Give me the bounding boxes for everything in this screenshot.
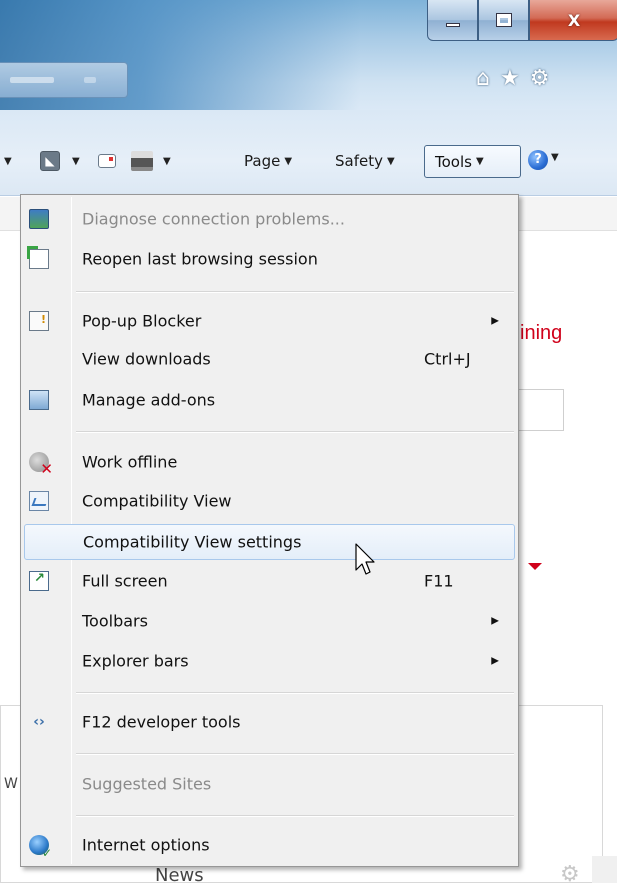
safety-dropdown-arrow: ▼ [386, 155, 395, 167]
tab-close-icon[interactable] [84, 77, 96, 83]
tools-dropdown-arrow: ▼ [475, 156, 484, 167]
menu-item-label: Work offline [82, 452, 178, 472]
page-dropdown-arrow-red[interactable] [528, 563, 542, 570]
browser-nav-icons: ⌂ ★ ⚙ [476, 66, 549, 92]
menu-separator [76, 431, 514, 433]
browser-window: X ⌂ ★ ⚙ ▼ ◣ ▼ ▼ Page ▼ Safety ▼ Tools ▼ … [0, 0, 617, 883]
mail-icon [98, 154, 116, 168]
menu-item-label: Compatibility View settings [83, 532, 302, 552]
page-menu-label: Page [244, 152, 281, 170]
minimize-button[interactable] [427, 0, 478, 41]
internet-options-icon [29, 835, 52, 860]
menu-separator [76, 291, 514, 293]
home-icon[interactable]: ⌂ [476, 66, 490, 92]
menu-item-label: Reopen last browsing session [82, 249, 318, 269]
help-dropdown-arrow[interactable]: ▼ [551, 152, 559, 163]
menu-item-label: Suggested Sites [82, 774, 212, 794]
minimize-icon [445, 23, 460, 27]
title-bar: X ⌂ ★ ⚙ [0, 0, 617, 110]
caption-buttons: X [427, 0, 617, 41]
menu-item-label: Full screen [82, 571, 168, 591]
gear-icon[interactable]: ⚙ [530, 66, 550, 92]
menu-separator [76, 753, 514, 755]
page-menu-button[interactable]: Page ▼ [244, 149, 292, 173]
menu-item-reopen-session[interactable]: Reopen last browsing session [24, 242, 515, 276]
tools-menu-button[interactable]: Tools ▼ [424, 145, 521, 178]
rss-feed-icon: ◣ [40, 151, 60, 171]
submenu-arrow-icon: ▶ [491, 615, 499, 627]
restore-icon [495, 13, 512, 27]
menu-item-full-screen[interactable]: Full screen F11 [24, 564, 515, 598]
menu-item-diagnose-connection[interactable]: Diagnose connection problems... [24, 202, 515, 236]
menu-item-label: Compatibility View [82, 491, 232, 511]
close-button[interactable]: X [529, 0, 617, 41]
menu-item-f12-developer-tools[interactable]: ‹› F12 developer tools [24, 705, 515, 739]
mouse-cursor-icon [355, 543, 375, 575]
menu-separator [76, 692, 514, 694]
restore-button[interactable] [478, 0, 529, 41]
safety-menu-button[interactable]: Safety ▼ [335, 149, 395, 173]
tools-dropdown-menu: Diagnose connection problems... Reopen l… [20, 194, 519, 867]
menu-item-toolbars[interactable]: Toolbars ▶ [24, 604, 515, 638]
menu-item-shortcut: Ctrl+J [424, 349, 471, 369]
reopen-session-icon [27, 246, 49, 269]
work-offline-icon [29, 452, 53, 478]
print-button[interactable]: ▼ [131, 149, 171, 173]
menu-item-internet-options[interactable]: Internet options [24, 828, 515, 862]
menu-item-label: Manage add-ons [82, 390, 216, 410]
submenu-arrow-icon: ▶ [491, 655, 499, 667]
tools-menu-label: Tools [435, 152, 472, 171]
tab-title-blurred [10, 77, 54, 83]
menu-item-label: Explorer bars [82, 651, 189, 671]
page-text-partial: W [4, 776, 18, 792]
menu-item-popup-blocker[interactable]: Pop-up Blocker ▶ [24, 304, 515, 338]
full-screen-icon [29, 571, 49, 591]
diagnose-icon [29, 209, 49, 229]
menu-item-manage-addons[interactable]: Manage add-ons [24, 383, 515, 417]
feeds-button[interactable]: ◣ ▼ [40, 149, 80, 173]
menu-item-work-offline[interactable]: Work offline [24, 445, 515, 479]
menu-item-compatibility-view[interactable]: Compatibility View [24, 484, 515, 518]
browser-tab[interactable] [0, 62, 128, 98]
command-bar [0, 110, 617, 196]
print-icon [131, 151, 153, 171]
page-dropdown-arrow: ▼ [284, 155, 293, 167]
add-ons-icon [29, 390, 49, 410]
compatibility-view-icon [29, 491, 49, 511]
command-bar-left-arrow[interactable]: ▼ [0, 149, 12, 173]
popup-blocker-icon [29, 311, 49, 331]
menu-item-label: Pop-up Blocker [82, 311, 202, 331]
menu-separator [76, 815, 514, 817]
menu-item-compatibility-view-settings[interactable]: Compatibility View settings [24, 524, 515, 560]
read-mail-button[interactable] [98, 149, 116, 173]
close-icon: X [567, 10, 581, 30]
favorites-star-icon[interactable]: ★ [500, 66, 520, 92]
menu-item-label: Internet options [82, 835, 210, 855]
news-heading-partial: News [155, 865, 204, 883]
feeds-dropdown-arrow[interactable]: ▼ [72, 156, 80, 167]
page-gear-icon[interactable]: ⚙ [560, 862, 580, 883]
menu-item-view-downloads[interactable]: View downloads Ctrl+J [24, 342, 515, 376]
menu-item-shortcut: F11 [424, 571, 454, 591]
menu-item-label: Diagnose connection problems... [82, 209, 345, 229]
help-icon[interactable]: ? [528, 150, 548, 170]
submenu-arrow-icon: ▶ [491, 315, 499, 327]
menu-item-label: View downloads [82, 349, 211, 369]
menu-item-label: F12 developer tools [82, 712, 241, 732]
menu-item-explorer-bars[interactable]: Explorer bars ▶ [24, 644, 515, 678]
page-heading-partial: ining [520, 322, 563, 344]
page-scroll-strip [592, 856, 617, 883]
menu-item-label: Toolbars [82, 611, 148, 631]
developer-tools-icon: ‹› [33, 714, 45, 730]
safety-menu-label: Safety [335, 152, 383, 170]
menu-item-suggested-sites[interactable]: Suggested Sites [24, 767, 515, 801]
print-dropdown-arrow[interactable]: ▼ [163, 156, 171, 167]
